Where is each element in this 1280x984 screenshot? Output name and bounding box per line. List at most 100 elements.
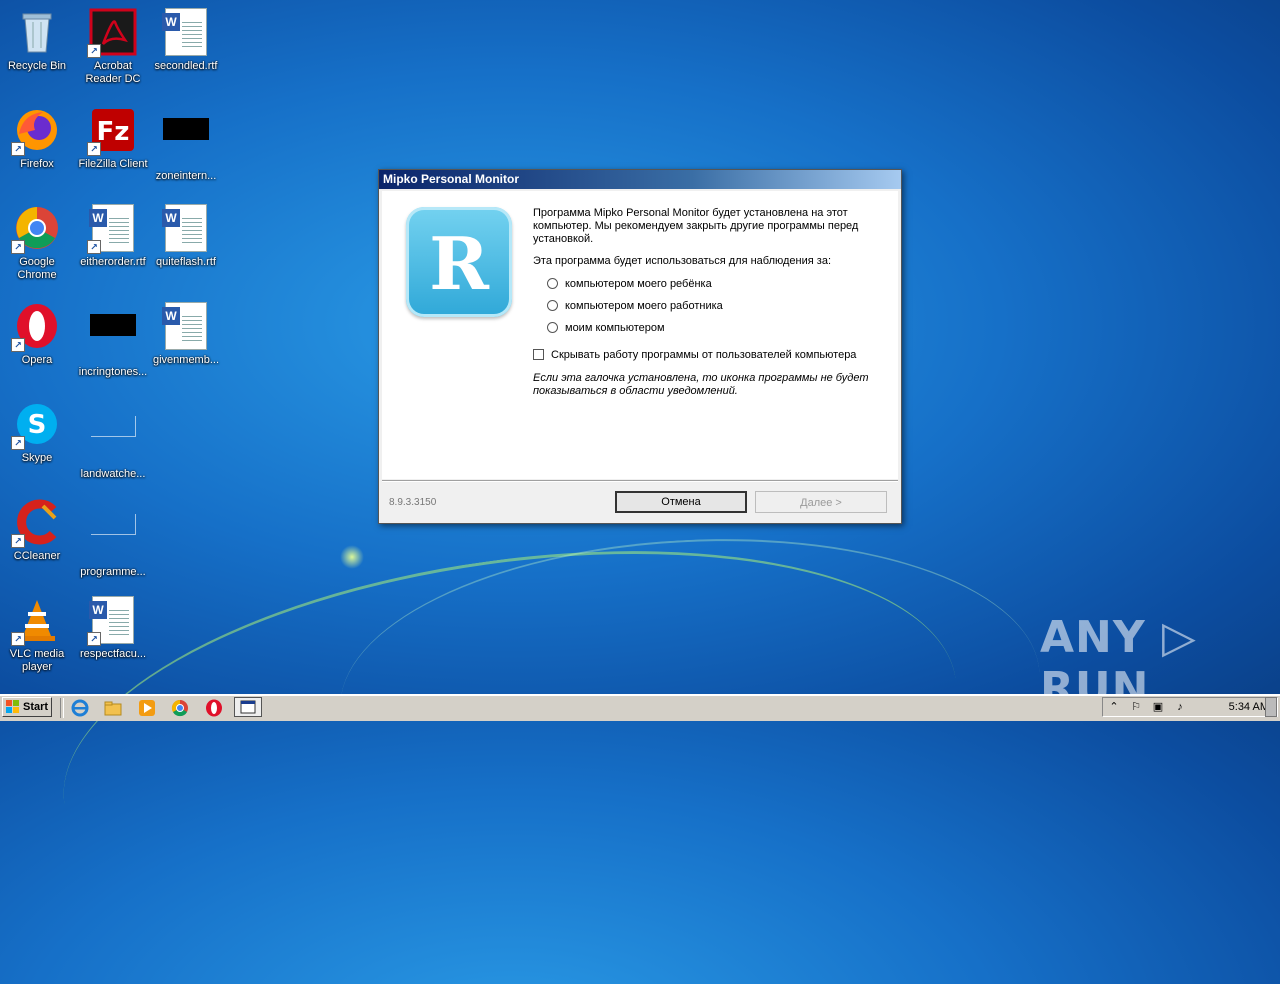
desktop-icon-incringtones[interactable]: incringtones... — [76, 302, 150, 379]
hide-program-checkbox[interactable] — [533, 349, 544, 360]
radio-button[interactable] — [547, 322, 558, 333]
firefox-icon: ↗ — [11, 106, 61, 156]
shortcut-arrow-icon: ↗ — [11, 632, 25, 646]
desktop-icon-label: VLC media player — [9, 648, 65, 673]
shortcut-arrow-icon: ↗ — [11, 338, 25, 352]
desktop-icon-firefox[interactable]: ↗ Firefox — [0, 106, 74, 171]
desktop-icon-quiteflash[interactable]: W quiteflash.rtf — [149, 204, 223, 269]
network-icon[interactable]: ▣ — [1151, 701, 1165, 714]
desktop-icon-zoneintern[interactable]: zoneintern... — [149, 106, 223, 183]
start-button[interactable]: Start — [2, 697, 52, 717]
desktop-icon-label: givenmemb... — [152, 354, 220, 366]
monitoring-question: Эта программа будет использоваться для н… — [533, 255, 831, 267]
word-document-icon: W — [162, 302, 210, 350]
radio-label: компьютером моего работника — [565, 299, 723, 312]
desktop-icon-secondled[interactable]: W secondled.rtf — [149, 8, 223, 73]
desktop-icon-skype[interactable]: S ↗ Skype — [0, 400, 74, 465]
taskbar: Start ⌃ ⚐ ▣ ♪ 5:34 AM — [0, 694, 1280, 721]
chrome-taskbar-icon[interactable] — [171, 699, 189, 717]
desktop-icon-vlc[interactable]: ↗ VLC media player — [0, 596, 74, 674]
checkbox-note: Если эта галочка установлена, то иконка … — [533, 372, 869, 397]
media-player-icon[interactable] — [138, 699, 156, 717]
filezilla-icon: Fz ↗ — [87, 106, 137, 156]
acrobat-icon: ↗ — [87, 8, 137, 58]
radio-button[interactable] — [547, 300, 558, 311]
desktop-icon-recycle-bin[interactable]: Recycle Bin — [0, 8, 74, 73]
system-tray: ⌃ ⚐ ▣ ♪ 5:34 AM — [1102, 697, 1278, 717]
desktop-icon-label: Skype — [21, 452, 53, 464]
desktop-icon-label: Firefox — [20, 158, 54, 170]
desktop-icon-label: incringtones... — [78, 366, 148, 378]
file-thumbnail-icon — [89, 416, 137, 464]
skype-icon: S ↗ — [11, 400, 61, 450]
wallpaper-glare — [340, 545, 364, 569]
file-explorer-icon[interactable] — [104, 699, 122, 717]
shortcut-arrow-icon: ↗ — [11, 240, 25, 254]
desktop-icon-label: CCleaner — [13, 550, 61, 562]
next-button[interactable]: Далее > — [755, 491, 887, 513]
radio-option-child[interactable]: компьютером моего ребёнка — [533, 277, 893, 290]
desktop-icon-programme[interactable]: programme... — [76, 498, 150, 579]
desktop-icon-landwatche[interactable]: landwatche... — [76, 400, 150, 481]
radio-button[interactable] — [547, 278, 558, 289]
hide-program-option[interactable]: Скрывать работу программы от пользовател… — [533, 348, 893, 361]
desktop-icon-label: secondled.rtf — [154, 60, 218, 72]
desktop-icon-label: Opera — [21, 354, 53, 366]
desktop-icon-label: FileZilla Client — [78, 158, 148, 170]
internet-explorer-icon[interactable] — [71, 699, 89, 717]
recycle-bin-icon — [13, 8, 61, 56]
shortcut-arrow-icon: ↗ — [87, 44, 101, 58]
radio-option-employee[interactable]: компьютером моего работника — [533, 299, 893, 312]
desktop-icon-label: eitherorder.rtf — [80, 256, 146, 268]
opera-taskbar-icon[interactable] — [205, 699, 223, 717]
shortcut-arrow-icon: ↗ — [11, 534, 25, 548]
version-label: 8.9.3.3150 — [389, 497, 437, 508]
opera-icon: ↗ — [11, 302, 61, 352]
desktop-icon-eitherorder[interactable]: W ↗ eitherorder.rtf — [76, 204, 150, 269]
radio-label: компьютером моего ребёнка — [565, 277, 712, 290]
desktop-icon-respectfacu[interactable]: W ↗ respectfacu... — [76, 596, 150, 661]
vlc-cone-icon: ↗ — [11, 596, 61, 646]
desktop-icon-ccleaner[interactable]: ↗ CCleaner — [0, 498, 74, 563]
desktop-icon-opera[interactable]: ↗ Opera — [0, 302, 74, 367]
desktop-icon-acrobat[interactable]: ↗ Acrobat Reader DC — [76, 8, 150, 86]
ccleaner-icon: ↗ — [11, 498, 61, 548]
desktop-icon-label: landwatche... — [80, 468, 146, 480]
shortcut-arrow-icon: ↗ — [11, 436, 25, 450]
installer-taskbar-button[interactable] — [234, 697, 262, 717]
radio-label: моим компьютером — [565, 321, 665, 334]
desktop-icon-label: Google Chrome — [17, 256, 57, 281]
show-desktop-button[interactable] — [1265, 697, 1277, 717]
dialog-separator — [382, 480, 898, 482]
svg-text:Fz: Fz — [97, 117, 130, 147]
mipko-app-icon: R — [406, 207, 512, 317]
intro-text: Программа Mipko Personal Monitor будет у… — [533, 207, 859, 245]
show-hidden-icons-icon[interactable]: ⌃ — [1107, 701, 1121, 714]
clock[interactable]: 5:34 AM — [1229, 698, 1269, 717]
start-label: Start — [23, 701, 49, 713]
action-center-flag-icon[interactable]: ⚐ — [1129, 701, 1143, 714]
windows-logo-icon — [6, 700, 20, 714]
desktop-icon-filezilla[interactable]: Fz ↗ FileZilla Client — [76, 106, 150, 171]
chrome-icon: ↗ — [11, 204, 61, 254]
shortcut-arrow-icon: ↗ — [11, 142, 25, 156]
radio-option-own[interactable]: моим компьютером — [533, 321, 893, 334]
desktop-icon-label: programme... — [80, 566, 146, 578]
desktop-icon-label: zoneintern... — [155, 170, 217, 182]
desktop-icon-chrome[interactable]: ↗ Google Chrome — [0, 204, 74, 282]
shortcut-arrow-icon: ↗ — [87, 632, 101, 646]
dialog-title[interactable]: Mipko Personal Monitor — [379, 170, 901, 189]
file-thumbnail-icon — [89, 314, 137, 362]
shortcut-arrow-icon: ↗ — [87, 240, 101, 254]
svg-text:S: S — [28, 410, 47, 440]
dialog-body: R Программа Mipko Personal Monitor будет… — [382, 191, 898, 479]
desktop-icon-givenmemb[interactable]: W givenmemb... — [149, 302, 223, 367]
shortcut-arrow-icon: ↗ — [87, 142, 101, 156]
word-document-icon: W ↗ — [87, 204, 137, 254]
file-thumbnail-icon — [89, 514, 137, 562]
cancel-button[interactable]: Отмена — [615, 491, 747, 513]
desktop-icon-label: quiteflash.rtf — [156, 256, 216, 268]
word-document-icon: W — [162, 204, 210, 252]
word-document-icon: W ↗ — [87, 596, 137, 646]
volume-icon[interactable]: ♪ — [1173, 701, 1187, 714]
